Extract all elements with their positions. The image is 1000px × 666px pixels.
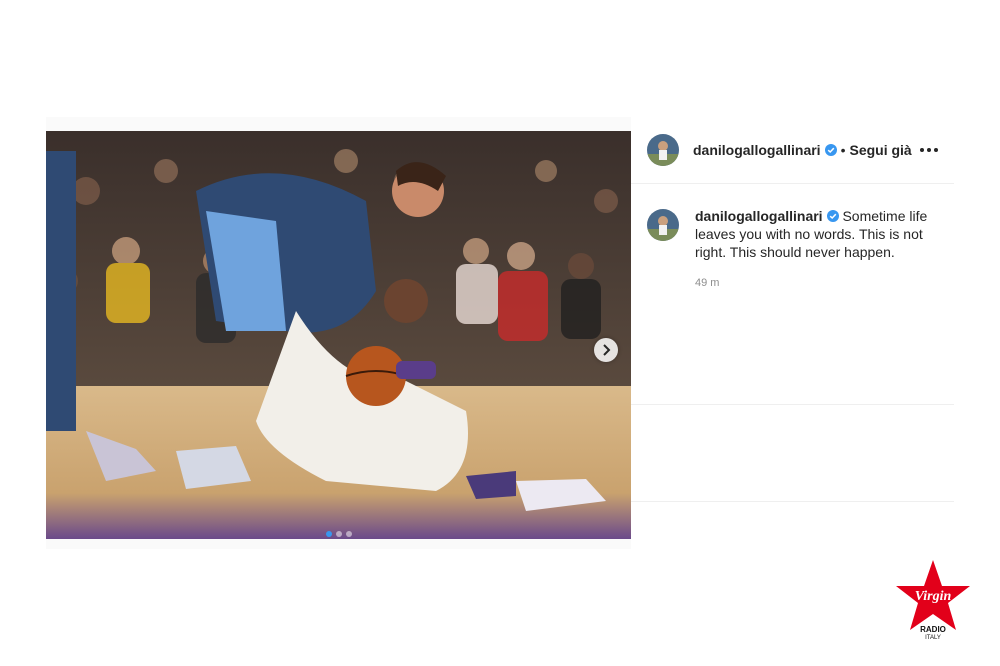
carousel-indicator (46, 531, 631, 537)
carousel-dot (335, 531, 342, 537)
post-sidebar: danilogallogallinari • Segui già danilog… (631, 117, 954, 549)
basketball-photo (46, 131, 631, 539)
caption-username[interactable]: danilogallogallinari (695, 208, 823, 224)
avatar[interactable] (647, 134, 679, 166)
post-media (46, 117, 631, 549)
following-button[interactable]: Segui già (849, 142, 911, 158)
divider (631, 404, 954, 405)
svg-text:RADIO: RADIO (920, 625, 946, 634)
carousel-dot (345, 531, 352, 537)
svg-text:Virgin: Virgin (915, 589, 952, 604)
separator-dot: • (840, 142, 846, 158)
caption: danilogallogallinari Sometime life leave… (695, 207, 935, 261)
instagram-post: danilogallogallinari • Segui già danilog… (46, 117, 954, 549)
username[interactable]: danilogallogallinari (693, 142, 821, 158)
virgin-radio-logo: Virgin RADIO ITALY (892, 558, 974, 641)
verified-badge-icon (826, 210, 839, 222)
chevron-right-icon (603, 344, 611, 356)
post-header: danilogallogallinari • Segui già (631, 117, 954, 184)
svg-text:ITALY: ITALY (925, 635, 941, 640)
carousel-dot (325, 531, 332, 537)
post-timestamp[interactable]: 49 m (695, 277, 719, 289)
post-photo[interactable] (46, 131, 631, 539)
divider (631, 501, 954, 502)
avatar-image (647, 134, 679, 166)
avatar-image (647, 209, 679, 241)
next-slide-button[interactable] (594, 338, 618, 362)
star-logo-icon: Virgin RADIO ITALY (896, 560, 970, 641)
verified-badge-icon (824, 144, 837, 156)
avatar[interactable] (647, 209, 679, 241)
more-options-icon[interactable] (920, 143, 940, 157)
